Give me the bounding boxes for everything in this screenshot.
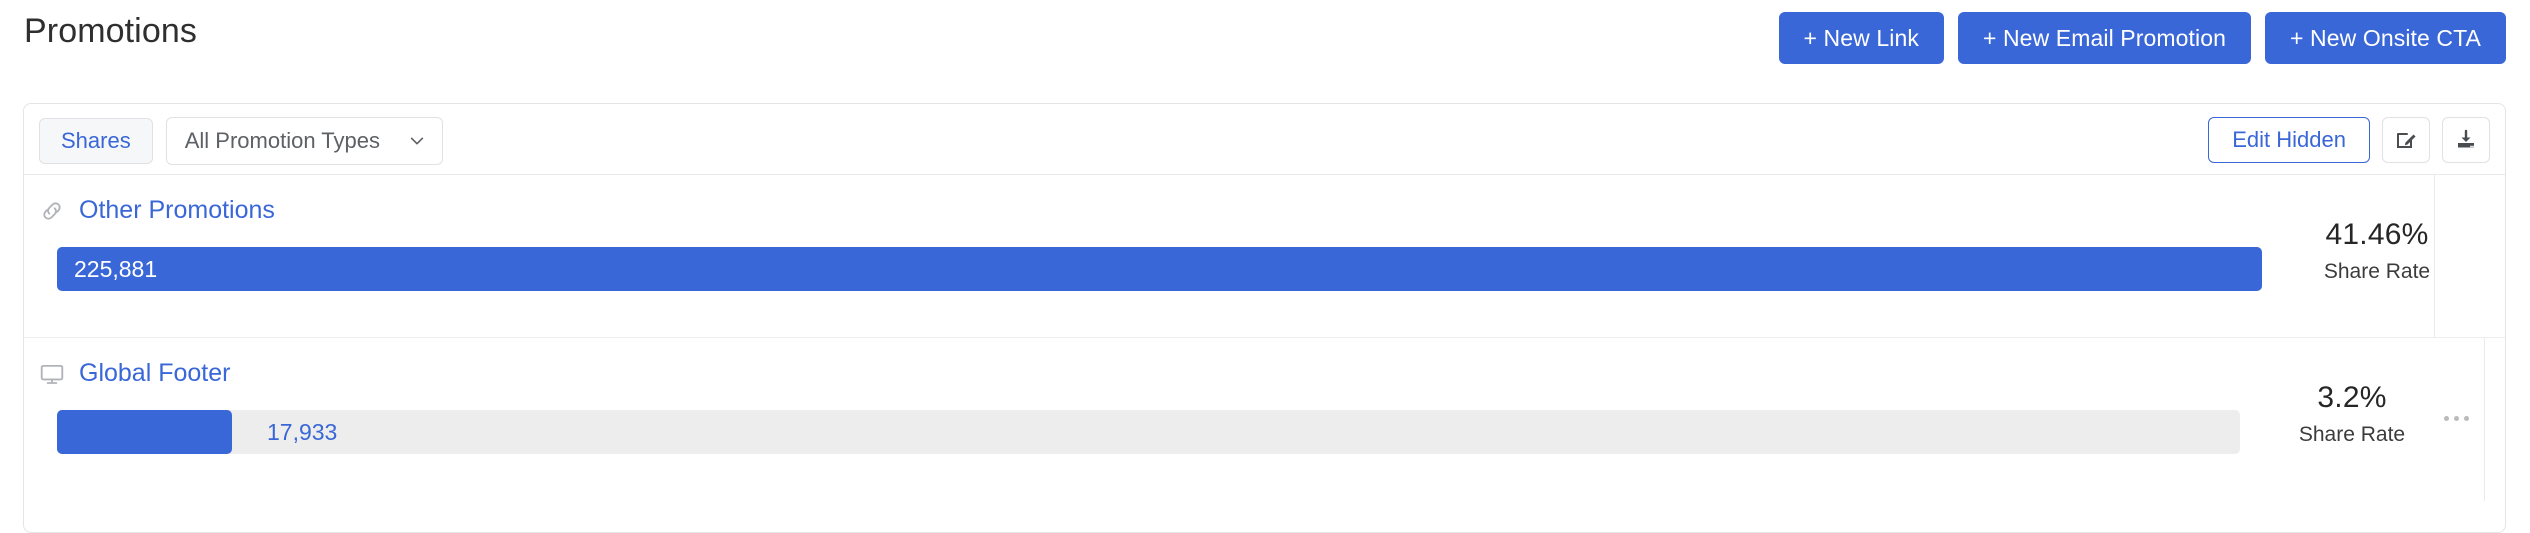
row-right-divider [2434,175,2435,337]
promotion-type-select-value: All Promotion Types [184,128,380,153]
page-title: Promotions [24,12,197,50]
edit-button[interactable] [2382,117,2430,163]
new-link-button[interactable]: + New Link [1778,12,1944,64]
card-toolbar: Shares All Promotion Types Edit Hidden [24,104,2505,175]
page-header: Promotions + New Link + New Email Promot… [0,0,2530,78]
bar-value-label: 225,881 [74,256,158,282]
promotion-name: Global Footer [79,359,231,387]
edit-square-icon [2397,133,2416,148]
bar-fill[interactable] [57,247,2262,291]
bar-value-label: 17,933 [267,419,338,445]
kebab-dot [2454,416,2459,421]
promotions-card: Shares All Promotion Types Edit Hidden O… [23,103,2506,533]
share-rate-label: Share Rate [2323,260,2431,283]
bar-track [57,410,2240,454]
kebab-dot [2464,416,2469,421]
promotion-row: Other Promotions 225,881 41.46% Share Ra… [24,175,2505,338]
promotion-row-title[interactable]: Global Footer [39,359,230,388]
promotion-name: Other Promotions [79,196,275,224]
link-icon [43,201,61,220]
share-rate-stat: 3.2% Share Rate [2252,380,2452,450]
new-email-promotion-button[interactable]: + New Email Promotion [1957,12,2252,64]
kebab-dot [2444,416,2449,421]
new-onsite-cta-button[interactable]: + New Onsite CTA [2265,12,2506,64]
promotion-row: Global Footer 17,933 3.2% Share Rate [24,338,2505,501]
share-rate-stat: 41.46% Share Rate [2277,217,2477,287]
row-more-options-button[interactable] [2444,416,2469,421]
download-icon [2458,129,2474,148]
bar-chart-row: 17,933 [57,410,2240,454]
share-rate-value: 3.2% [2317,381,2387,414]
share-rate-value: 41.46% [2325,218,2429,251]
bar-chart-row: 225,881 [57,247,2262,291]
edit-hidden-button[interactable]: Edit Hidden [2208,117,2370,163]
promotion-type-select[interactable]: All Promotion Types [165,117,443,165]
download-button[interactable] [2442,117,2490,163]
share-rate-label: Share Rate [2298,423,2406,446]
promotion-row-title[interactable]: Other Promotions [39,196,275,225]
header-actions: + New Link + New Email Promotion + New O… [1778,12,2506,64]
toolbar-left-group: Shares All Promotion Types [39,117,443,165]
toolbar-right-group: Edit Hidden [2208,117,2490,163]
row-right-divider [2484,338,2485,501]
bar-fill[interactable] [57,410,232,454]
shares-metric-toggle[interactable]: Shares [39,118,153,164]
monitor-icon [40,364,64,384]
chevron-down-icon [410,137,424,145]
